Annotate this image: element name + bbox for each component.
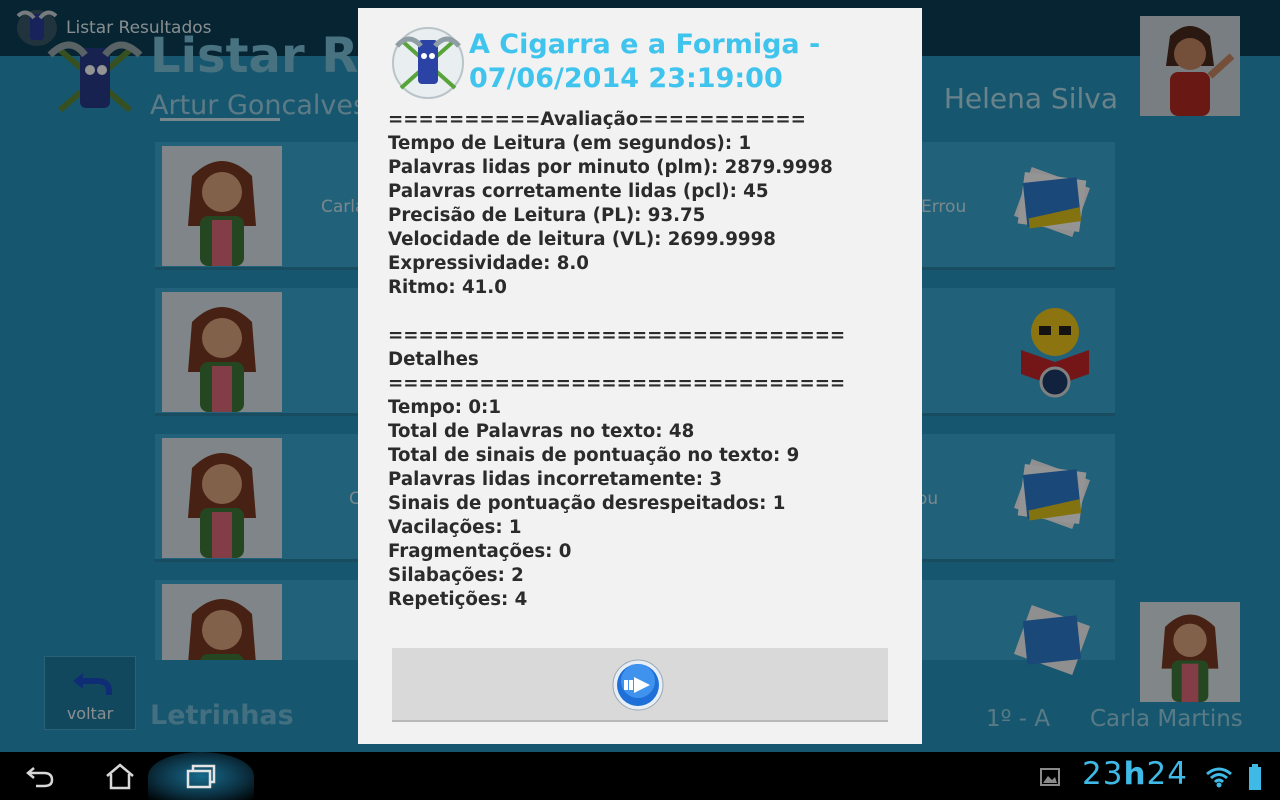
arrow-right-circle-icon: [612, 659, 664, 711]
app-logo-icon: [392, 27, 464, 99]
details-line: Repetições: 4: [388, 589, 528, 610]
home-nav-icon[interactable]: [104, 762, 136, 790]
dialog-body: ==========Avaliação=========== Tempo de …: [388, 108, 908, 612]
back-nav-icon[interactable]: [24, 762, 56, 790]
battery-icon: [1249, 764, 1261, 790]
evaluation-line: Precisão de Leitura (PL): 93.75: [388, 205, 706, 226]
system-nav-bar: 23h24: [0, 752, 1280, 800]
status-clock[interactable]: 23h24: [1082, 756, 1188, 792]
clock-separator: h: [1123, 756, 1147, 792]
evaluation-line: Expressividade: 8.0: [388, 253, 589, 274]
evaluation-line: Ritmo: 41.0: [388, 277, 507, 298]
next-button[interactable]: [392, 648, 888, 722]
details-line: Tempo: 0:1: [388, 397, 501, 418]
details-line: Vacilações: 1: [388, 517, 522, 538]
details-line: Palavras lidas incorretamente: 3: [388, 469, 723, 490]
clock-minutes: 24: [1146, 756, 1188, 792]
dialog-title: A Cigarra e a Formiga - 07/06/2014 23:19…: [469, 29, 821, 94]
clock-hours: 23: [1082, 756, 1124, 792]
details-line: Total de sinais de pontuação no texto: 9: [388, 445, 800, 466]
details-line: Silabações: 2: [388, 565, 524, 586]
details-line: Sinais de pontuação desrespeitados: 1: [388, 493, 786, 514]
details-line: Total de Palavras no texto: 48: [388, 421, 695, 442]
separator: ==============================: [388, 373, 846, 394]
evaluation-line: Tempo de Leitura (em segundos): 1: [388, 133, 752, 154]
details-line: Fragmentações: 0: [388, 541, 572, 562]
evaluation-header: ==========Avaliação===========: [388, 109, 806, 130]
results-dialog: A Cigarra e a Formiga - 07/06/2014 23:19…: [358, 8, 922, 744]
details-header: Detalhes: [388, 349, 479, 370]
gallery-notification-icon[interactable]: [1040, 768, 1060, 786]
evaluation-line: Palavras lidas por minuto (plm): 2879.99…: [388, 157, 833, 178]
wifi-icon: [1206, 767, 1232, 788]
evaluation-line: Palavras corretamente lidas (pcl): 45: [388, 181, 769, 202]
separator: ==============================: [388, 325, 846, 346]
recent-apps-icon[interactable]: [184, 762, 216, 790]
evaluation-line: Velocidade de leitura (VL): 2699.9998: [388, 229, 776, 250]
